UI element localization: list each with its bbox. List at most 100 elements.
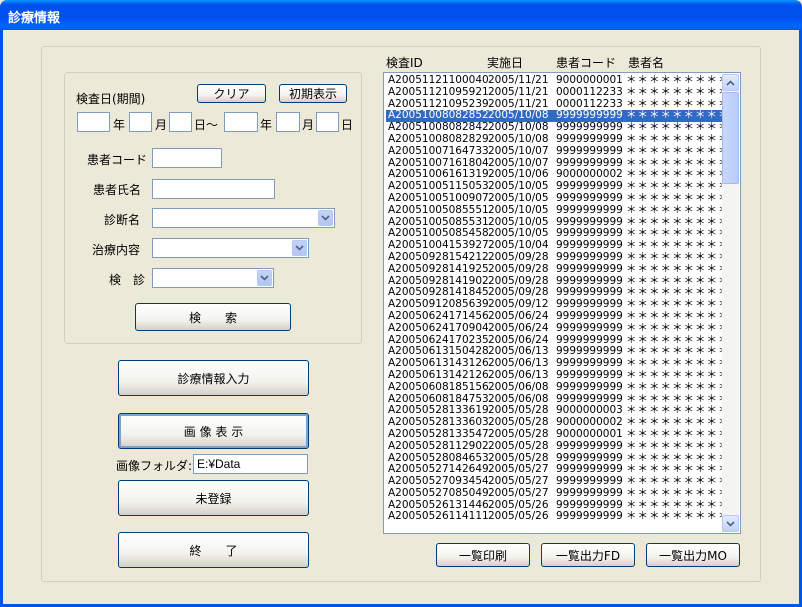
patient-code-input[interactable]	[152, 148, 222, 168]
exam-id-cell: A20051007164733	[388, 144, 489, 157]
patient-code-cell: 9999999999	[556, 191, 623, 204]
list-item[interactable]: A20050613142126 2005/06/13 9999999999 ＊＊＊＊＊…	[386, 368, 729, 382]
start-day-unit: 日〜	[194, 118, 219, 132]
patient-name-cell: ＊＊＊＊＊＊＊＊＊	[626, 486, 730, 499]
list-item[interactable]: A20050528112902 2005/05/28 9999999999 ＊＊＊＊＊…	[386, 439, 729, 453]
patient-code-cell: 9000000001	[556, 427, 623, 440]
clear-button[interactable]: クリア	[197, 84, 266, 103]
list-item[interactable]: A20050608185156 2005/06/08 9999999999 ＊＊＊＊＊…	[386, 380, 729, 394]
reset-display-button[interactable]: 初期表示	[279, 84, 347, 103]
end-day-unit: 日	[341, 118, 354, 132]
title-bar: 診療情報	[0, 0, 802, 30]
list-item[interactable]: A20051121095921 2005/11/21 0000112233 ＊＊＊＊＊…	[386, 85, 729, 99]
start-year-unit: 年	[113, 118, 126, 132]
date-cell: 2005/09/28	[488, 262, 549, 275]
date-cell: 2005/06/24	[488, 309, 549, 322]
date-cell: 2005/10/07	[488, 144, 549, 157]
medical-info-input-button[interactable]: 診療情報入力	[118, 360, 309, 396]
diagnosis-select[interactable]	[152, 208, 335, 228]
output-mo-button[interactable]: 一覧出力MO	[646, 543, 740, 567]
exam-id-cell: A20050624170904	[388, 321, 489, 334]
start-month-unit: 月	[155, 118, 168, 132]
patient-code-cell: 9999999999	[556, 309, 623, 322]
print-list-button[interactable]: 一覧印刷	[436, 543, 530, 567]
list-item[interactable]: A20051005085551 2005/10/05 9999999999 ＊＊＊＊＊…	[386, 203, 729, 217]
exam-id-cell: A20050624171456	[388, 309, 489, 322]
treatment-select[interactable]	[152, 238, 309, 258]
patient-code-cell: 9999999999	[556, 144, 623, 157]
list-item[interactable]: A20050624171456 2005/06/24 9999999999 ＊＊＊＊＊…	[386, 309, 729, 323]
end-year-input[interactable]	[224, 112, 258, 132]
patient-code-cell: 9999999999	[556, 439, 623, 452]
list-item[interactable]: A20050624170904 2005/06/24 9999999999 ＊＊＊＊＊…	[386, 321, 729, 335]
patient-name-cell: ＊＊＊＊＊＊＊＊＊	[626, 132, 730, 145]
image-folder-input[interactable]	[193, 454, 308, 474]
date-cell: 2005/10/05	[488, 191, 549, 204]
exam-date-label: 検査日(期間)	[76, 92, 146, 106]
patient-code-cell: 9999999999	[556, 321, 623, 334]
arrow-up-icon[interactable]	[722, 74, 739, 91]
unregistered-button[interactable]: 未登録	[118, 480, 309, 516]
start-month-input[interactable]	[129, 112, 152, 132]
chevron-down-icon[interactable]	[318, 210, 333, 226]
exam-select[interactable]	[152, 268, 274, 288]
exam-id-cell: A20050527085049	[388, 486, 489, 499]
chevron-down-icon[interactable]	[257, 270, 272, 286]
date-cell: 2005/09/28	[488, 250, 549, 263]
column-header-patient-name: 患者名	[628, 56, 665, 70]
patient-name-cell: ＊＊＊＊＊＊＊＊＊	[626, 321, 730, 334]
patient-name-cell: ＊＊＊＊＊＊＊＊＊	[626, 368, 730, 381]
patient-name-cell: ＊＊＊＊＊＊＊＊＊	[626, 439, 730, 452]
image-display-button[interactable]: 画 像 表 示	[118, 413, 309, 449]
column-header-date: 実施日	[487, 56, 524, 70]
scrollbar-thumb[interactable]	[722, 92, 739, 184]
patient-name-cell: ＊＊＊＊＊＊＊＊＊	[626, 309, 730, 322]
patient-code-cell: 9999999999	[556, 262, 623, 275]
exam-id-cell: A20051008082829	[388, 132, 489, 145]
patient-name-label: 患者氏名	[93, 183, 142, 197]
arrow-down-icon[interactable]	[722, 515, 739, 532]
patient-code-cell: 0000112233	[556, 85, 623, 98]
window-title: 診療情報	[8, 11, 61, 26]
window-frame-left	[0, 30, 3, 607]
patient-name-cell: ＊＊＊＊＊＊＊＊＊	[626, 427, 730, 440]
diagnosis-label: 診断名	[104, 213, 141, 227]
list-item[interactable]: A20050928141925 2005/09/28 9999999999 ＊＊＊＊＊…	[386, 262, 729, 276]
start-day-input[interactable]	[169, 112, 192, 132]
patient-code-label: 患者コード	[87, 153, 148, 167]
exam-list[interactable]: A20051121100040 2005/11/21 9000000001 ＊＊＊＊＊…	[383, 72, 741, 534]
date-cell: 2005/10/08	[488, 132, 549, 145]
exam-id-cell: A20051005085551	[388, 203, 489, 216]
list-item[interactable]: A20050527085049 2005/05/27 9999999999 ＊＊＊＊＊…	[386, 486, 729, 500]
exam-label: 検 診	[109, 273, 146, 287]
end-month-unit: 月	[302, 118, 315, 132]
date-cell: 2005/11/21	[488, 85, 549, 98]
patient-code-cell: 9999999999	[556, 203, 623, 216]
search-button[interactable]: 検 索	[135, 303, 291, 331]
date-cell: 2005/06/13	[488, 368, 549, 381]
start-year-input[interactable]	[77, 112, 110, 132]
date-cell: 2005/05/27	[488, 486, 549, 499]
list-item[interactable]: A20050528133547 2005/05/28 9000000001 ＊＊＊＊＊…	[386, 427, 729, 441]
patient-code-cell: 9999999999	[556, 368, 623, 381]
output-fd-button[interactable]: 一覧出力FD	[541, 543, 635, 567]
patient-name-cell: ＊＊＊＊＊＊＊＊＊	[626, 262, 730, 275]
column-header-exam-id: 検査ID	[386, 56, 423, 70]
vertical-scrollbar[interactable]	[722, 74, 739, 532]
list-item[interactable]: A20051005100907 2005/10/05 9999999999 ＊＊＊＊＊…	[386, 191, 729, 205]
list-item[interactable]: A20050928154212 2005/09/28 9999999999 ＊＊＊＊＊…	[386, 250, 729, 264]
date-cell: 2005/10/05	[488, 203, 549, 216]
chevron-down-icon[interactable]	[292, 240, 307, 256]
exit-button[interactable]: 終 了	[118, 532, 309, 568]
end-month-input[interactable]	[276, 112, 300, 132]
list-item[interactable]: A20051007164733 2005/10/07 9999999999 ＊＊＊＊＊…	[386, 144, 729, 158]
exam-id-cell: A20050608185156	[388, 380, 489, 393]
end-day-input[interactable]	[316, 112, 339, 132]
patient-code-cell: 9999999999	[556, 132, 623, 145]
exam-id-cell: A20050528133547	[388, 427, 489, 440]
patient-name-cell: ＊＊＊＊＊＊＊＊＊	[626, 510, 730, 523]
patient-name-input[interactable]	[152, 179, 275, 199]
list-item[interactable]: A20050526114111 2005/05/26 9999999999 ＊＊＊＊＊…	[386, 511, 729, 523]
list-item[interactable]: A20051008082829 2005/10/08 9999999999 ＊＊＊＊＊…	[386, 132, 729, 146]
end-year-unit: 年	[260, 118, 273, 132]
